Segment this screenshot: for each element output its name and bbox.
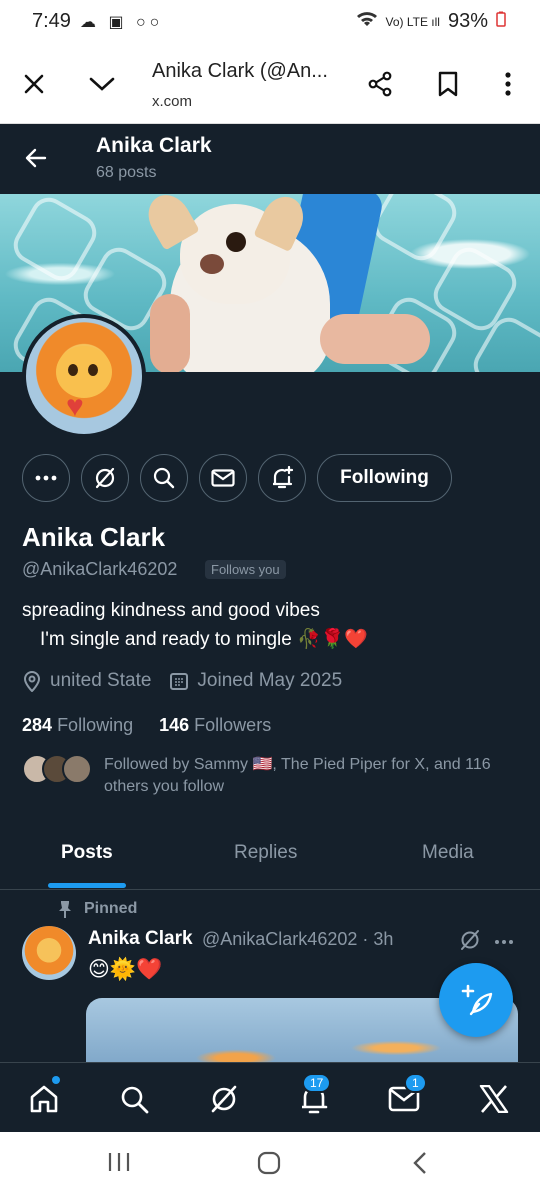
bio-line-2: I'm single and ready to mingle 🥀🌹❤️ [40, 627, 368, 651]
grok-icon [211, 1085, 237, 1113]
location-icon [23, 671, 41, 692]
bio-line-2-text: I'm single and ready to mingle [40, 629, 292, 650]
search-profile-button[interactable] [140, 454, 188, 502]
status-notification-icons: ☁ ▣ ○○ [80, 14, 164, 31]
tab-media[interactable]: Media [422, 842, 474, 864]
profile-header: Anika Clark 68 posts [0, 124, 540, 194]
post-text: 😊🌞❤️ [88, 958, 163, 981]
notifications-badge: 17 [302, 1073, 332, 1093]
battery-level: 93% [447, 10, 488, 32]
followers-count: 146 [159, 715, 190, 735]
signal-icon: Vo) LTE ıll [385, 14, 440, 29]
compose-icon [461, 984, 493, 1016]
profile-stats: 284 Following 146 Followers [22, 715, 271, 736]
profile-avatar[interactable]: ♥ [22, 314, 146, 438]
nav-home[interactable] [24, 1079, 64, 1119]
more-icon [35, 475, 57, 481]
followers-label: Followers [194, 715, 272, 735]
followed-by-text[interactable]: Followed by Sammy 🇺🇸, The Pied Piper for… [104, 754, 524, 798]
pinned-label: Pinned [58, 900, 137, 918]
more-vertical-icon[interactable] [488, 64, 528, 104]
follows-you-badge: Follows you [205, 560, 286, 579]
wifi-icon [356, 10, 378, 33]
following-label: Following [57, 715, 134, 735]
followers-stat[interactable]: 146 Followers [159, 715, 271, 736]
nav-x-logo[interactable] [474, 1079, 514, 1119]
search-icon [121, 1086, 149, 1114]
active-tab-indicator [48, 883, 126, 888]
profile-meta: united State Joined May 2025 [22, 670, 360, 692]
bookmark-icon[interactable] [428, 64, 468, 104]
messages-badge: 1 [404, 1073, 427, 1093]
status-bar: 7:49 ☁ ▣ ○○ Vo) LTE ıll 93% [0, 0, 540, 46]
message-button[interactable] [199, 454, 247, 502]
nav-messages[interactable]: 1 [384, 1073, 427, 1119]
search-icon [153, 467, 175, 489]
status-time: 7:49 [32, 10, 71, 32]
browser-url[interactable]: x.com [152, 93, 192, 110]
post-author-name[interactable]: Anika Clark [88, 928, 193, 950]
header-name: Anika Clark [96, 134, 212, 157]
following-stat[interactable]: 284 Following [22, 715, 133, 736]
profile-display-name: Anika Clark [22, 522, 166, 552]
compose-button[interactable] [439, 963, 513, 1037]
status-right: Vo) LTE ıll 93% [356, 10, 507, 33]
back-arrow-icon[interactable] [18, 140, 54, 176]
notify-button[interactable] [258, 454, 306, 502]
pinned-text: Pinned [84, 900, 138, 917]
tab-replies[interactable]: Replies [234, 842, 297, 864]
battery-icon [496, 10, 506, 33]
bio-line-1: spreading kindness and good vibes [22, 600, 320, 621]
mail-icon [211, 469, 235, 487]
home-icon [30, 1085, 58, 1113]
back-button-icon[interactable] [410, 1150, 430, 1183]
profile-handle: @AnikaClark46202 [22, 559, 178, 579]
bell-plus-icon [273, 466, 294, 489]
bottom-navigation: 17 1 [0, 1062, 540, 1132]
tab-posts[interactable]: Posts [61, 842, 113, 864]
calendar-icon [170, 673, 189, 690]
followed-by-avatars[interactable] [22, 754, 92, 784]
header-post-count: 68 posts [96, 164, 157, 181]
grok-icon[interactable] [458, 928, 482, 957]
x-logo-icon [479, 1085, 509, 1113]
pin-icon [59, 901, 71, 918]
home-button-icon[interactable] [256, 1150, 282, 1183]
heart-icon: ♥ [66, 390, 84, 423]
post-more-icon[interactable] [494, 928, 514, 951]
profile-tabs: Posts Replies Media [0, 820, 540, 890]
following-count: 284 [22, 715, 53, 735]
system-navigation-bar [0, 1132, 540, 1200]
profile-joined: Joined May 2025 [197, 670, 343, 691]
nav-grok[interactable] [204, 1079, 244, 1119]
more-options-button[interactable] [22, 454, 70, 502]
profile-location: united State [50, 670, 152, 691]
share-icon[interactable] [360, 64, 400, 104]
browser-toolbar: Anika Clark (@An... x.com [0, 46, 540, 124]
grok-icon [95, 467, 115, 489]
grok-button[interactable] [81, 454, 129, 502]
close-icon[interactable] [14, 64, 54, 104]
browser-page-title: Anika Clark (@An... [152, 60, 328, 82]
home-notification-dot [52, 1076, 60, 1084]
nav-notifications[interactable]: 17 [294, 1073, 334, 1119]
avatar [62, 754, 92, 784]
nav-search[interactable] [114, 1079, 154, 1119]
bio-emojis: 🥀🌹❤️ [297, 629, 369, 650]
following-button[interactable]: Following [317, 454, 452, 502]
post-author-avatar[interactable] [22, 926, 76, 980]
post-author-handle: @AnikaClark46202 · 3h [202, 929, 394, 949]
chevron-down-icon[interactable] [82, 64, 122, 104]
recent-apps-icon[interactable] [106, 1150, 132, 1181]
